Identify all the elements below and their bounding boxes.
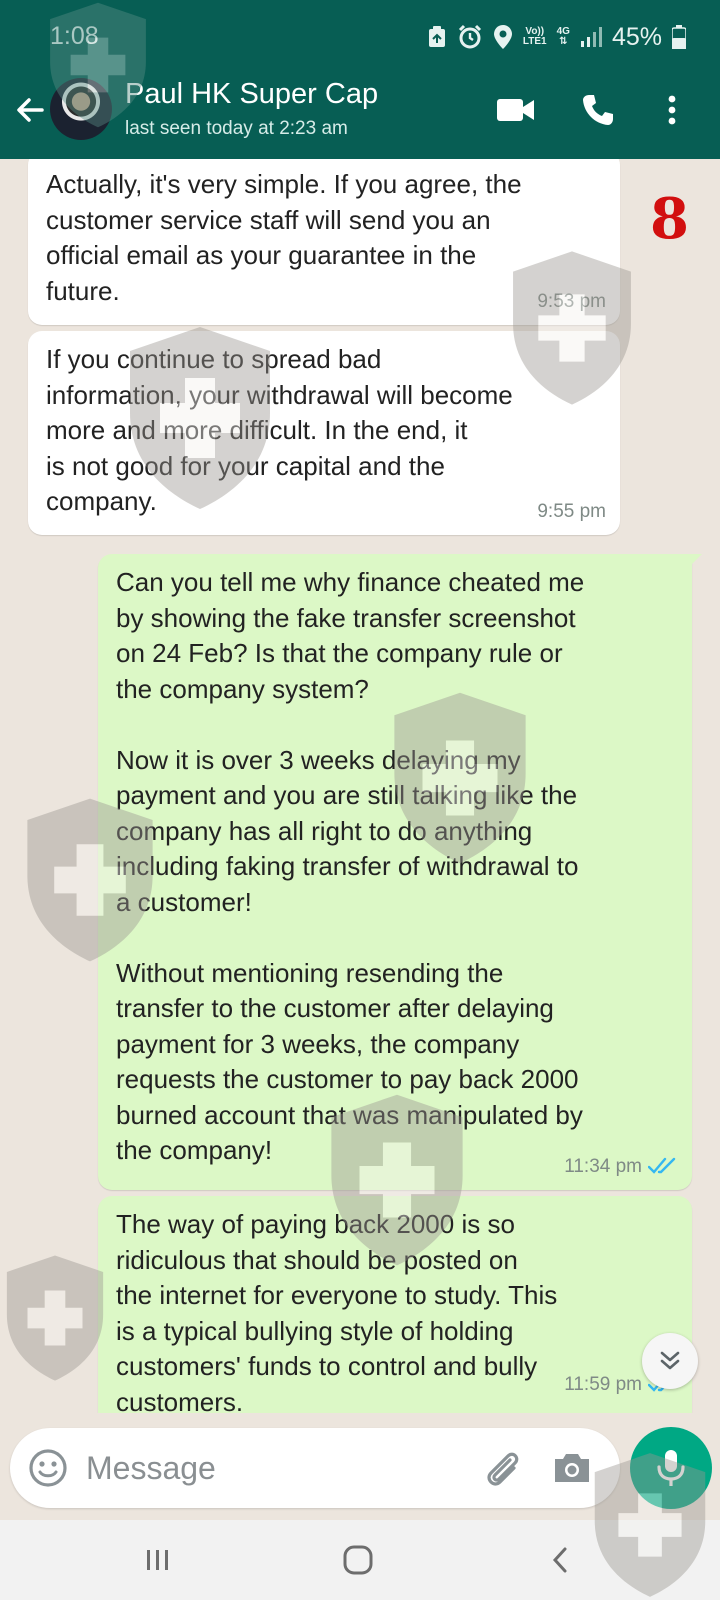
data-arrows-icon: ⇅: [559, 36, 568, 47]
scroll-to-bottom-button[interactable]: [642, 1333, 698, 1389]
message-bubble-incoming[interactable]: If you continue to spread bad informatio…: [28, 331, 620, 535]
camera-icon: [555, 1454, 589, 1482]
chat-appbar: Paul HK Super Cap last seen today at 2:2…: [0, 70, 720, 158]
video-call-icon: [497, 99, 534, 121]
recent-apps-button[interactable]: [128, 1540, 188, 1580]
status-bar: 1:08 Vo)) LTE1 4G ⇅ 45%: [0, 0, 720, 68]
location-icon: [493, 25, 512, 49]
microphone-icon: [657, 1450, 685, 1486]
emoji-button[interactable]: [26, 1446, 70, 1490]
back-button[interactable]: [10, 90, 50, 130]
paperclip-icon: [487, 1452, 519, 1486]
message-time: 11:59 pm: [564, 1373, 642, 1395]
double-chevron-down-icon: [660, 1351, 680, 1370]
home-button[interactable]: [328, 1540, 388, 1580]
voice-message-button[interactable]: [630, 1427, 712, 1509]
contact-avatar[interactable]: [50, 78, 112, 140]
double-check-icon: [648, 1158, 676, 1175]
message-time: 9:55 pm: [537, 500, 606, 522]
message-time: 11:34 pm: [564, 1155, 642, 1177]
message-meta: 9:53 pm: [537, 284, 606, 320]
page-number-annotation: 8: [650, 186, 689, 252]
camera-button[interactable]: [550, 1446, 594, 1490]
message-input[interactable]: [86, 1444, 466, 1492]
message-bubble-incoming[interactable]: Actually, it's very simple. If you agree…: [28, 159, 620, 325]
volte-indicator: Vo)) LTE1: [523, 27, 547, 47]
battery-percent: 45%: [611, 22, 662, 51]
contact-name[interactable]: Paul HK Super Cap: [125, 78, 378, 111]
voice-call-button[interactable]: [576, 88, 620, 132]
system-navigation-bar: [0, 1520, 720, 1600]
attach-button[interactable]: [480, 1446, 524, 1490]
voice-call-icon: [583, 95, 613, 125]
video-call-button[interactable]: [494, 88, 538, 132]
message-bubble-outgoing[interactable]: The way of paying back 2000 is so ridicu…: [98, 1196, 692, 1413]
lte-label: LTE1: [522, 36, 547, 47]
message-input-bar: [10, 1428, 620, 1508]
status-time: 1:08: [50, 22, 99, 50]
message-text: Actually, it's very simple. If you agree…: [46, 169, 522, 306]
message-time: 9:53 pm: [537, 290, 606, 312]
home-icon: [343, 1545, 373, 1575]
recycle-notification-icon: [428, 26, 445, 47]
message-text: Can you tell me why finance cheated me b…: [116, 567, 585, 1165]
chevron-left-icon: [552, 1547, 567, 1573]
alarm-icon: [458, 24, 481, 49]
chat-area[interactable]: Actually, it's very simple. If you agree…: [0, 159, 720, 1413]
bubble-tail: [688, 554, 702, 568]
emoji-icon: [29, 1449, 67, 1487]
more-options-icon: [668, 95, 676, 125]
network-indicator: 4G ⇅: [557, 27, 570, 47]
message-text: If you continue to spread bad informatio…: [46, 344, 513, 516]
signal-icon: [580, 27, 602, 47]
recent-apps-icon: [147, 1550, 168, 1570]
contact-last-seen: last seen today at 2:23 am: [125, 118, 348, 139]
system-back-button[interactable]: [530, 1540, 590, 1580]
status-icons: Vo)) LTE1 4G ⇅ 45%: [427, 22, 686, 52]
message-bubble-outgoing[interactable]: Can you tell me why finance cheated me b…: [98, 554, 702, 1190]
more-options-button[interactable]: [650, 88, 694, 132]
message-meta: 9:55 pm: [537, 494, 606, 530]
message-meta: 11:34 pm: [564, 1149, 678, 1185]
back-arrow-icon: [17, 98, 44, 122]
app-header: 1:08 Vo)) LTE1 4G ⇅ 45% Paul HK Super Ca…: [0, 0, 720, 159]
battery-icon: [672, 25, 686, 49]
